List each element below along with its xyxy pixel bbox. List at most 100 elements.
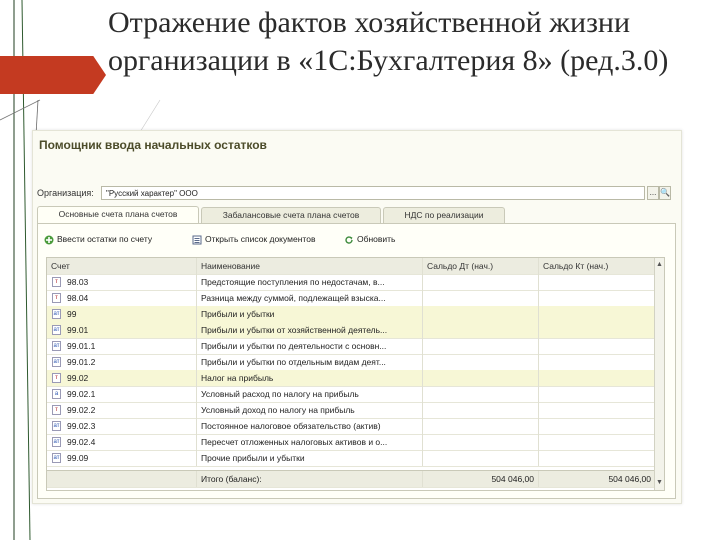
debit-cell[interactable] xyxy=(423,322,539,338)
table-row[interactable]: т 99.02.2 Условный доход по налогу на при… xyxy=(47,402,655,419)
app-window: Помощник ввода начальных остатков Органи… xyxy=(32,130,682,504)
account-icon: ат xyxy=(52,453,61,463)
account-icon: т xyxy=(52,277,61,287)
tab-offbalance-accounts[interactable]: Забалансовые счета плана счетов xyxy=(201,207,381,223)
refresh-button[interactable]: Обновить xyxy=(344,232,396,246)
account-code: 99.02.2 xyxy=(67,405,96,415)
account-code: 99.09 xyxy=(67,453,89,463)
credit-cell[interactable] xyxy=(539,434,655,450)
credit-cell[interactable] xyxy=(539,386,655,402)
table-header: Счет Наименование Сальдо Дт (нач.) Сальд… xyxy=(47,258,655,275)
account-icon: ат xyxy=(52,325,61,335)
credit-cell[interactable] xyxy=(539,322,655,338)
add-icon xyxy=(44,235,54,245)
debit-cell[interactable] xyxy=(423,434,539,450)
organization-select-button[interactable]: ... xyxy=(647,186,659,200)
account-code: 99 xyxy=(67,309,77,319)
account-name: Налог на прибыль xyxy=(197,370,423,386)
table-row[interactable]: ат 99.01.1 Прибыли и убытки по деятельнос… xyxy=(47,338,655,355)
refresh-label: Обновить xyxy=(357,234,396,244)
credit-cell[interactable] xyxy=(539,370,655,386)
account-icon: а xyxy=(52,389,61,399)
account-name: Прочие прибыли и убытки xyxy=(197,450,423,466)
col-header-account[interactable]: Счет xyxy=(47,258,197,274)
slide-title-line1: Отражение фактов хозяйственной жизни xyxy=(108,6,631,39)
organization-label: Организация: xyxy=(37,188,94,198)
account-code: 98.03 xyxy=(67,277,89,287)
tab-vat-sales[interactable]: НДС по реализации xyxy=(383,207,505,223)
table-row[interactable]: ат 99 Прибыли и убытки xyxy=(47,306,655,323)
account-name: Условный расход по налогу на прибыль xyxy=(197,386,423,402)
document-list-icon xyxy=(192,235,202,245)
total-label: Итого (баланс): xyxy=(197,471,423,487)
credit-cell[interactable] xyxy=(539,354,655,370)
table-row[interactable]: ат 99.01 Прибыли и убытки от хозяйственно… xyxy=(47,322,655,339)
window-title: Помощник ввода начальных остатков xyxy=(39,138,267,152)
account-icon: т xyxy=(52,405,61,415)
table-row[interactable]: ат 99.02.3 Постоянное налоговое обязатель… xyxy=(47,418,655,435)
table-total-row: Итого (баланс): 504 046,00 504 046,00 xyxy=(47,470,655,488)
refresh-icon xyxy=(345,236,353,244)
debit-cell[interactable] xyxy=(423,386,539,402)
credit-cell[interactable] xyxy=(539,290,655,306)
account-name: Условный доход по налогу на прибыль xyxy=(197,402,423,418)
credit-cell[interactable] xyxy=(539,274,655,290)
table-row[interactable]: т 98.04 Разница между суммой, подлежащей … xyxy=(47,290,655,307)
account-name: Пересчет отложенных налоговых активов и … xyxy=(197,434,423,450)
tab-main-accounts[interactable]: Основные счета плана счетов xyxy=(37,206,199,224)
account-name: Прибыли и убытки по отдельным видам деят… xyxy=(197,354,423,370)
account-icon: ат xyxy=(52,357,61,367)
debit-cell[interactable] xyxy=(423,402,539,418)
account-name: Прибыли и убытки от хозяйственной деятел… xyxy=(197,322,423,338)
account-code: 99.02.3 xyxy=(67,421,96,431)
account-icon: ат xyxy=(52,421,61,431)
scroll-down-icon[interactable]: ▼ xyxy=(655,478,664,488)
table-row[interactable]: а 99.02.1 Условный расход по налогу на пр… xyxy=(47,386,655,403)
scroll-up-icon[interactable]: ▲ xyxy=(655,260,664,270)
credit-cell[interactable] xyxy=(539,450,655,466)
account-icon: ат xyxy=(52,341,61,351)
credit-cell[interactable] xyxy=(539,402,655,418)
slide-title-line2: организации в «1С:Бухгалтерия 8» (ред.3.… xyxy=(108,44,669,77)
table-scrollbar[interactable]: ▲ ▼ xyxy=(654,258,664,490)
debit-cell[interactable] xyxy=(423,290,539,306)
enter-balance-label: Ввести остатки по счету xyxy=(57,234,153,244)
slide-title: Отражение фактов хозяйственной жизни орг… xyxy=(108,4,714,80)
account-code: 99.02 xyxy=(67,373,89,383)
account-name: Предстоящие поступления по недостачам, в… xyxy=(197,274,423,290)
credit-cell[interactable] xyxy=(539,418,655,434)
account-code: 98.04 xyxy=(67,293,89,303)
total-credit: 504 046,00 xyxy=(608,474,651,484)
account-icon: т xyxy=(52,373,61,383)
col-header-debit[interactable]: Сальдо Дт (нач.) xyxy=(423,258,539,274)
debit-cell[interactable] xyxy=(423,418,539,434)
credit-cell[interactable] xyxy=(539,306,655,322)
table-row[interactable]: т 99.02 Налог на прибыль xyxy=(47,370,655,387)
account-code: 99.01.1 xyxy=(67,341,96,351)
tab-panel: Ввести остатки по счету Открыть список д… xyxy=(37,223,676,499)
table-row[interactable]: ат 99.09 Прочие прибыли и убытки xyxy=(47,450,655,467)
account-icon: т xyxy=(52,293,61,303)
open-documents-button[interactable]: Открыть список документов xyxy=(192,232,315,246)
debit-cell[interactable] xyxy=(423,370,539,386)
table-row[interactable]: ат 99.01.2 Прибыли и убытки по отдельным … xyxy=(47,354,655,371)
account-name: Прибыли и убытки по деятельности с основ… xyxy=(197,338,423,354)
organization-search-button[interactable]: 🔍 xyxy=(659,186,671,200)
account-name: Разница между суммой, подлежащей взыска.… xyxy=(197,290,423,306)
open-documents-label: Открыть список документов xyxy=(205,234,316,244)
debit-cell[interactable] xyxy=(423,450,539,466)
debit-cell[interactable] xyxy=(423,274,539,290)
table-row[interactable]: ат 99.02.4 Пересчет отложенных налоговых … xyxy=(47,434,655,451)
account-name: Прибыли и убытки xyxy=(197,306,423,322)
account-icon: ат xyxy=(52,437,61,447)
table-row[interactable]: т 98.03 Предстоящие поступления по недост… xyxy=(47,274,655,291)
col-header-credit[interactable]: Сальдо Кт (нач.) xyxy=(539,258,655,274)
organization-field[interactable]: "Русский характер" ООО xyxy=(101,186,645,200)
credit-cell[interactable] xyxy=(539,338,655,354)
enter-balance-button[interactable]: Ввести остатки по счету xyxy=(44,232,152,246)
debit-cell[interactable] xyxy=(423,306,539,322)
account-code: 99.01 xyxy=(67,325,89,335)
debit-cell[interactable] xyxy=(423,338,539,354)
col-header-name[interactable]: Наименование xyxy=(197,258,423,274)
debit-cell[interactable] xyxy=(423,354,539,370)
